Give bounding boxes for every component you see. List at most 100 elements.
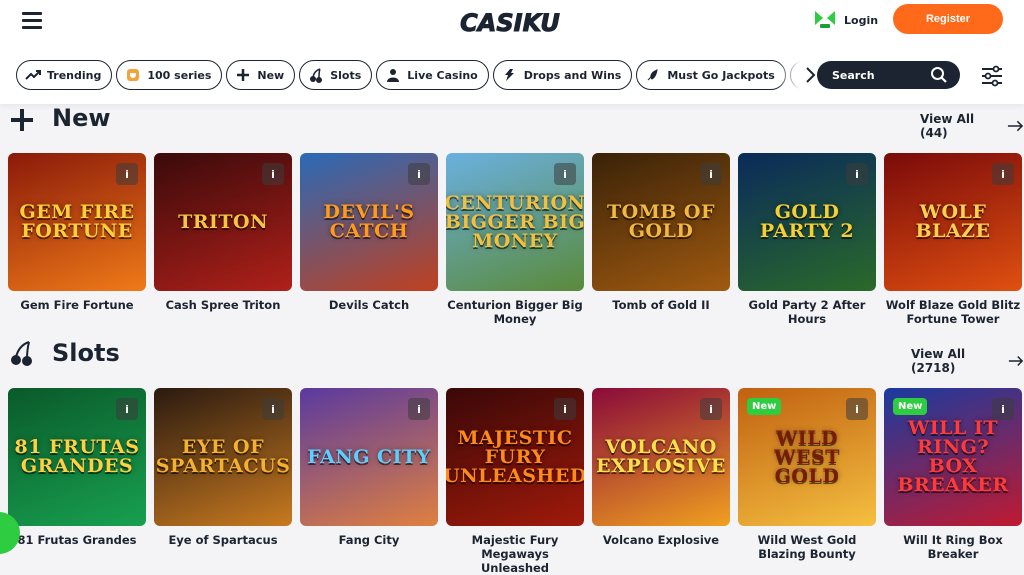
info-button[interactable]: i	[116, 398, 138, 420]
game-thumbnail[interactable]: 81 Frutas Grandes i	[8, 388, 146, 526]
login-icon	[815, 11, 835, 28]
game-name: Wild West Gold Blazing Bounty	[757, 533, 857, 561]
info-button[interactable]: i	[116, 163, 138, 185]
category-chip-drops-and-wins[interactable]: Drops and Wins	[492, 60, 633, 90]
register-button[interactable]: Register	[893, 4, 1003, 34]
login-button[interactable]: Login	[814, 8, 878, 32]
game-name: Gem Fire Fortune	[20, 298, 134, 312]
game-art-title: 81 Frutas Grandes	[14, 436, 140, 477]
game-card[interactable]: Wolf Blaze i Wolf Blaze Gold Blitz Fortune…	[884, 153, 1022, 326]
cherries-icon	[11, 341, 32, 366]
game-art-title: Wolf Blaze	[915, 201, 991, 242]
game-thumbnail[interactable]: Eye of Spartacus i	[154, 388, 292, 526]
game-art-title: Triton	[178, 210, 268, 233]
drops-icon	[504, 69, 514, 81]
category-chip-must-go-jackpots[interactable]: Must Go Jackpots	[636, 60, 786, 90]
game-name: Eye of Spartacus	[168, 533, 278, 547]
category-chip-trending[interactable]: Trending	[16, 60, 113, 90]
game-card[interactable]: Eye of Spartacus i Eye of Spartacus	[154, 388, 292, 575]
info-button[interactable]: i	[846, 398, 868, 420]
info-button[interactable]: i	[554, 163, 576, 185]
game-thumbnail[interactable]: Volcano Explosive i	[592, 388, 730, 526]
game-name: Tomb of Gold II	[612, 298, 710, 312]
info-button[interactable]: i	[262, 398, 284, 420]
game-art-title: Will It Ring? Box Breaker	[897, 417, 1009, 496]
new-badge: New	[893, 398, 928, 415]
game-art-title: Tomb of Gold	[607, 201, 715, 242]
game-name: Will It Ring Box Breaker	[903, 533, 1003, 561]
category-scroll-right[interactable]	[776, 60, 816, 90]
rocket-icon	[648, 69, 659, 81]
game-card[interactable]: Triton i Cash Spree Triton	[154, 153, 292, 326]
trophy-icon	[127, 69, 140, 81]
category-chip-100-series[interactable]: 100 series	[116, 60, 223, 90]
game-thumbnail[interactable]: Gem Fire Fortune i	[8, 153, 146, 291]
game-thumbnail[interactable]: Tomb of Gold i	[592, 153, 730, 291]
info-button[interactable]: i	[700, 398, 722, 420]
info-button[interactable]: i	[992, 398, 1014, 420]
game-name: Cash Spree Triton	[165, 298, 281, 312]
category-chip-live-casino[interactable]: Live Casino	[376, 60, 489, 90]
game-art-title: Volcano Explosive	[596, 436, 726, 477]
category-chip-label: Drops and Wins	[523, 68, 622, 82]
filter-icon[interactable]	[981, 65, 1003, 87]
game-name: Devils Catch	[328, 298, 410, 312]
info-button[interactable]: i	[700, 163, 722, 185]
arrow-right-icon	[1008, 356, 1024, 366]
view-all-slots-link[interactable]: View All (2718)	[911, 347, 1024, 375]
game-thumbnail[interactable]: Majestic Fury Unleashed i	[446, 388, 584, 526]
game-name: Gold Party 2 After Hours	[748, 298, 866, 326]
new-games-row: Gem Fire Fortune i Gem Fire Fortune Triton i…	[8, 153, 1022, 326]
category-chip-slots[interactable]: Slots	[299, 60, 373, 90]
search-button[interactable]: Search	[817, 61, 960, 89]
game-card[interactable]: Fang City i Fang City	[300, 388, 438, 575]
game-thumbnail[interactable]: Centurion Bigger Big Money i	[446, 153, 584, 291]
game-card[interactable]: Gem Fire Fortune i Gem Fire Fortune	[8, 153, 146, 326]
game-thumbnail[interactable]: Will It Ring? Box Breaker New i	[884, 388, 1022, 526]
game-thumbnail[interactable]: Wolf Blaze i	[884, 153, 1022, 291]
menu-icon[interactable]	[22, 12, 42, 29]
new-section-header: New View All (44)	[0, 104, 1024, 140]
category-chip-new[interactable]: New	[226, 60, 296, 90]
category-nav: Trending 100 series New Slots Live Casino Dro…	[16, 60, 816, 90]
game-art-title: Gem Fire Fortune	[19, 201, 135, 242]
category-chip-label: Live Casino	[407, 68, 478, 82]
plus-icon	[237, 69, 250, 81]
game-thumbnail[interactable]: Triton i	[154, 153, 292, 291]
game-art-title: Wild West Gold	[774, 426, 840, 487]
game-card[interactable]: Wild West Gold New i Wild West Gold Blazing…	[738, 388, 876, 575]
game-card[interactable]: Gold Party 2 i Gold Party 2 After Hours	[738, 153, 876, 326]
casiku-logo[interactable]: CASIKU	[460, 4, 560, 40]
view-all-new-label: View All (44)	[920, 112, 975, 140]
dealer-icon	[387, 69, 400, 82]
cherries-icon	[310, 68, 323, 83]
section-title-slots: Slots	[52, 339, 120, 367]
info-button[interactable]: i	[408, 163, 430, 185]
game-thumbnail[interactable]: Gold Party 2 i	[738, 153, 876, 291]
game-name: Fang City	[338, 533, 400, 547]
game-card[interactable]: Volcano Explosive i Volcano Explosive	[592, 388, 730, 575]
view-all-new-link[interactable]: View All (44)	[920, 112, 1024, 140]
game-card[interactable]: Majestic Fury Unleashed i Majestic Fury Me…	[446, 388, 584, 575]
section-title-new: New	[52, 104, 111, 132]
game-card[interactable]: Tomb of Gold i Tomb of Gold II	[592, 153, 730, 326]
game-thumbnail[interactable]: Devil's Catch i	[300, 153, 438, 291]
game-card[interactable]: Will It Ring? Box Breaker New i Will It Rin…	[884, 388, 1022, 575]
info-button[interactable]: i	[408, 398, 430, 420]
game-art-title: Gold Party 2	[759, 201, 855, 242]
game-thumbnail[interactable]: Fang City i	[300, 388, 438, 526]
info-button[interactable]: i	[554, 398, 576, 420]
game-name: 81 Frutas Grandes	[17, 533, 137, 547]
search-label: Search	[832, 68, 875, 82]
info-button[interactable]: i	[992, 163, 1014, 185]
game-card[interactable]: Devil's Catch i Devils Catch	[300, 153, 438, 326]
info-button[interactable]: i	[262, 163, 284, 185]
game-thumbnail[interactable]: Wild West Gold New i	[738, 388, 876, 526]
arrow-right-icon	[1007, 120, 1024, 132]
game-name: Volcano Explosive	[602, 533, 720, 547]
game-card[interactable]: Centurion Bigger Big Money i Centurion Big…	[446, 153, 584, 326]
game-card[interactable]: 81 Frutas Grandes i 81 Frutas Grandes	[8, 388, 146, 575]
search-icon	[931, 67, 947, 83]
game-art-title: Devil's Catch	[323, 201, 415, 242]
info-button[interactable]: i	[846, 163, 868, 185]
